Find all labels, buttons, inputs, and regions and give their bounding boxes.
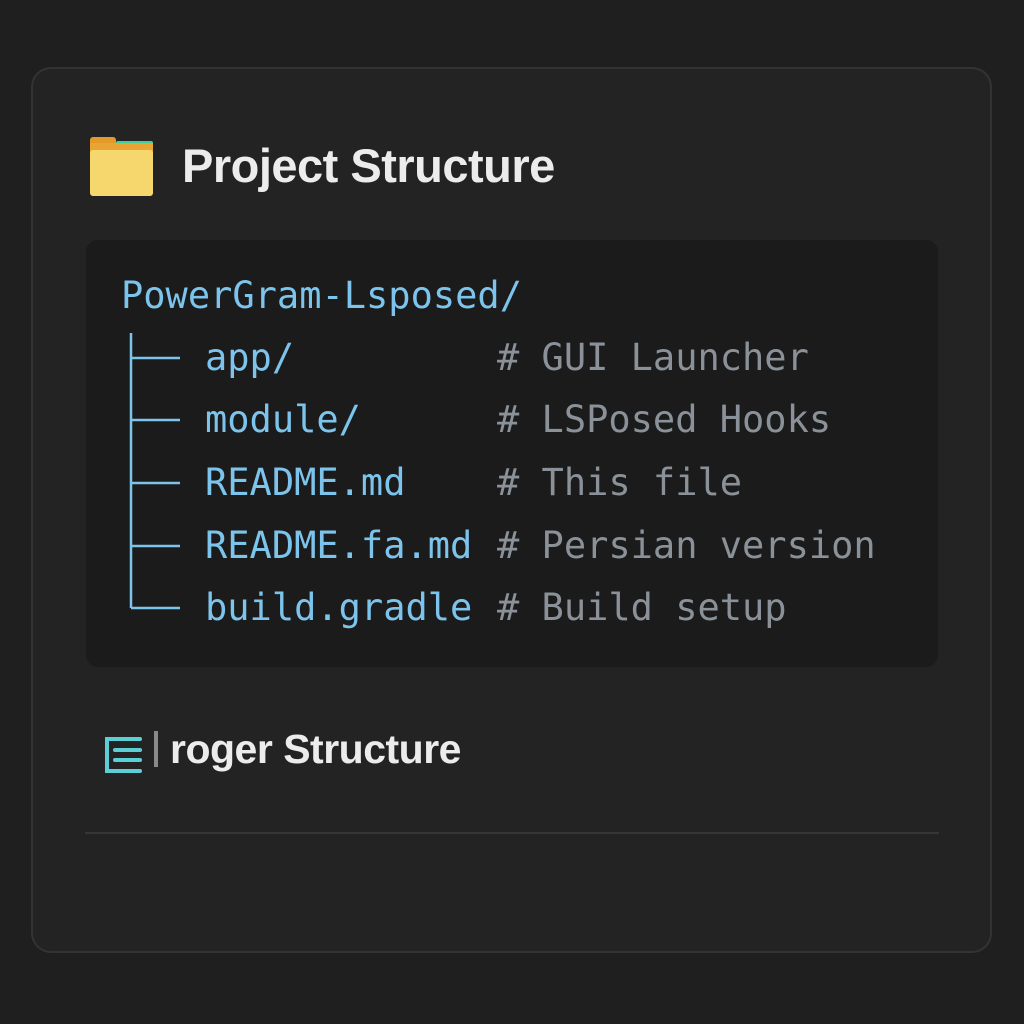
tree-item-comment: # LSPosed Hooks	[497, 398, 832, 441]
tree-item-name: module/	[205, 398, 361, 441]
tree-item-name: README.fa.md	[205, 524, 473, 567]
section-title: roger Structure	[170, 726, 461, 772]
tree-item-name: app/	[205, 336, 295, 379]
list-icon	[105, 737, 142, 773]
divider	[85, 832, 939, 834]
tree-item-comment: # Build setup	[497, 586, 787, 629]
tree-item-name: build.gradle	[205, 586, 473, 629]
tree-lines	[129, 333, 180, 610]
tree-root: PowerGram-Lsposed/	[121, 274, 522, 317]
tree-item-name: README.md	[205, 461, 406, 504]
tree-item-comment: # Persian version	[497, 524, 876, 567]
tree-item-comment: # GUI Launcher	[497, 336, 809, 379]
tree-item-comment: # This file	[497, 461, 743, 504]
text-cursor	[154, 731, 158, 767]
